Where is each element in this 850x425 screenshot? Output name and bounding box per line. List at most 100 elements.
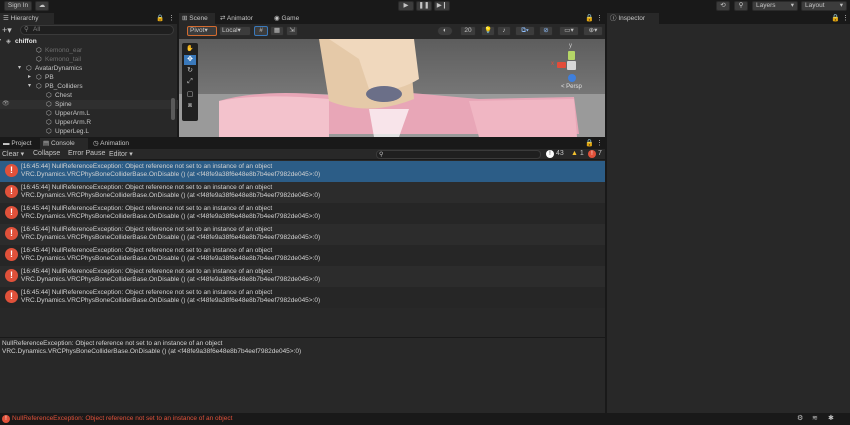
hierarchy-row[interactable]: ▾ ⬡ PB_Colliders	[0, 82, 178, 91]
hierarchy-row[interactable]: ⬡ Spine 👁	[0, 100, 178, 109]
history-icon[interactable]: ⟲	[716, 1, 730, 11]
tab-animation[interactable]: ◷ Animation	[90, 138, 144, 149]
console-search-input[interactable]: ⚲	[376, 150, 541, 159]
collapse-button[interactable]: Collapse	[33, 150, 60, 157]
tab-console[interactable]: ▤ Console	[40, 138, 88, 149]
error-pause-button[interactable]: Error Pause	[68, 150, 105, 157]
hierarchy-row[interactable]: ▸ ⬡ PB	[0, 73, 178, 82]
audio-toggle-icon[interactable]: ♪	[497, 26, 511, 36]
scene-viewport[interactable]: ✋ ✥ ↻ ⤢ ▢ ⧈ y x < Persp	[179, 39, 605, 137]
z-axis-cone[interactable]	[568, 74, 576, 82]
increment-snap-icon[interactable]: ⇲	[286, 26, 298, 36]
hierarchy-scrollbar[interactable]	[171, 98, 175, 120]
lock-icon[interactable]: 🔒	[156, 14, 164, 22]
persp-label[interactable]: < Persp	[561, 84, 582, 90]
move-tool-icon[interactable]: ✥	[184, 55, 196, 65]
play-button[interactable]: ▶	[398, 1, 414, 11]
error-count-toggle[interactable]: ! 7	[588, 150, 602, 158]
hierarchy-row[interactable]: ⬡ UpperArm.L	[0, 109, 178, 118]
console-log-entry[interactable]: ! [16:45:44] NullReferenceException: Obje…	[0, 203, 605, 224]
console-log-entry[interactable]: ! [16:45:44] NullReferenceException: Obje…	[0, 266, 605, 287]
hand-tool-icon[interactable]: ✋	[184, 45, 196, 54]
kebab-menu-icon[interactable]: ⋮	[168, 14, 175, 22]
gizmos-icon[interactable]: ⊕▾	[583, 26, 603, 36]
expand-arrow-icon[interactable]: ▾	[0, 37, 1, 46]
y-axis-cone[interactable]	[568, 51, 575, 60]
clear-button[interactable]: Clear ▾	[2, 150, 24, 158]
log-message: [16:45:44] NullReferenceException: Objec…	[21, 289, 273, 296]
tab-label: Scene	[189, 15, 208, 22]
rect-tool-icon[interactable]: ▢	[184, 90, 196, 100]
hierarchy-row[interactable]: ⬡ Chest	[0, 91, 178, 100]
gameobject-icon: ⬡	[46, 128, 52, 135]
hierarchy-row[interactable]: ⬡ Kemono_ear	[0, 46, 178, 55]
tab-hierarchy[interactable]: ☰ Hierarchy	[0, 13, 54, 24]
layers-dropdown[interactable]: Layers ▾	[752, 1, 798, 11]
console-divider[interactable]	[0, 337, 605, 338]
tab-label: Animator	[226, 15, 253, 22]
console-log-entry[interactable]: ! [16:45:44] NullReferenceException: Obje…	[0, 224, 605, 245]
scene-toolbar: Pivot▾ Local▾ # ▦ ⇲ ◐ 20 💡 ♪ ⧉▾ ⊘ ▭▾ ⊕▾	[179, 24, 605, 39]
console-log-entry[interactable]: ! [16:45:44] NullReferenceException: Obje…	[0, 161, 605, 182]
tab-animator[interactable]: ⇄ Animator	[217, 13, 269, 24]
console-log-entry[interactable]: ! [16:45:44] NullReferenceException: Obje…	[0, 287, 605, 308]
tab-inspector[interactable]: ⓘ Inspector	[607, 13, 659, 24]
visibility-eye-icon[interactable]: 👁	[2, 100, 10, 109]
console-log-entry[interactable]: ! [16:45:44] NullReferenceException: Obje…	[0, 245, 605, 266]
lock-icon[interactable]: 🔒	[585, 14, 594, 22]
gameobject-icon: ⬡	[46, 101, 52, 108]
grid-toggle-icon[interactable]: ▦	[270, 26, 284, 36]
scale-tool-icon[interactable]: ⤢	[184, 78, 196, 88]
gameobject-icon: ⬡	[46, 119, 52, 126]
warning-count-toggle[interactable]: ▲ 1	[571, 150, 584, 157]
rotate-tool-icon[interactable]: ↻	[184, 66, 196, 76]
hidden-objects-icon[interactable]: ⊘	[539, 26, 553, 36]
pause-button[interactable]: ❚❚	[416, 1, 432, 11]
info-count-toggle[interactable]: ! 43	[546, 150, 564, 158]
console-log-entry[interactable]: ! [16:45:44] NullReferenceException: Obje…	[0, 182, 605, 203]
hierarchy-search-input[interactable]: ⚲ All	[20, 25, 174, 35]
camera-settings-icon[interactable]: ▭▾	[559, 26, 579, 36]
kebab-menu-icon[interactable]: ⋮	[842, 14, 849, 22]
stack-icon[interactable]: ≋	[812, 414, 818, 422]
kebab-menu-icon[interactable]: ⋮	[596, 139, 603, 147]
debug-icon[interactable]: ✱	[828, 414, 834, 422]
search-icon[interactable]: ⚲	[734, 1, 748, 11]
add-plus-button[interactable]: +▾	[2, 25, 16, 35]
hierarchy-row[interactable]: ▾ ⬡ AvatarDynamics	[0, 64, 178, 73]
local-dropdown[interactable]: Local▾	[219, 26, 251, 36]
step-button[interactable]: ▶❙	[434, 1, 450, 11]
transform-tool-icon[interactable]: ⧈	[184, 102, 196, 112]
lock-icon[interactable]: 🔒	[585, 139, 594, 147]
x-axis-cone[interactable]	[557, 62, 566, 68]
status-message[interactable]: NullReferenceException: Object reference…	[12, 415, 232, 422]
editor-dropdown[interactable]: Editor ▾	[109, 150, 133, 158]
grid-snap-icon[interactable]: #	[254, 26, 268, 36]
layout-dropdown[interactable]: Layout ▾	[801, 1, 847, 11]
lock-icon[interactable]: 🔒	[831, 14, 840, 22]
tab-game[interactable]: ◉ Game	[271, 13, 311, 24]
gizmo-center-cube[interactable]	[567, 61, 576, 70]
hierarchy-row[interactable]: ⬡ Kemono_tail	[0, 55, 178, 64]
hierarchy-row[interactable]: ▾ ◈ chiffon	[0, 37, 178, 46]
hierarchy-row[interactable]: ⬡ UpperLeg.L	[0, 127, 178, 136]
sign-in-button[interactable]: Sign In	[4, 1, 32, 11]
pivot-dropdown[interactable]: Pivot▾	[187, 26, 217, 36]
expand-arrow-icon[interactable]: ▾	[18, 64, 21, 73]
tab-scene[interactable]: ⊞ Scene	[179, 13, 215, 24]
effects-toggle-icon[interactable]: ⧉▾	[515, 26, 535, 36]
cloud-icon[interactable]: ☁	[35, 1, 49, 11]
expand-arrow-icon[interactable]: ▸	[28, 73, 31, 82]
lighting-toggle-icon[interactable]: 💡	[481, 26, 495, 36]
hierarchy-row[interactable]: ⬡ UpperArm.R	[0, 118, 178, 127]
warning-icon: ▲	[571, 150, 578, 157]
hierarchy-list-icon: ☰	[3, 15, 11, 22]
kebab-menu-icon[interactable]: ⋮	[596, 14, 603, 22]
shading-mode-icon[interactable]: ◐	[437, 26, 453, 36]
detail-stacktrace[interactable]: VRC.Dynamics.VRCPhysBoneColliderBase.OnD…	[2, 348, 301, 356]
expand-arrow-icon[interactable]: ▾	[28, 82, 31, 91]
bug-icon[interactable]: ⚙	[797, 414, 803, 422]
2d-toggle[interactable]: 20	[460, 26, 476, 36]
tab-project[interactable]: ▬ Project	[0, 138, 38, 149]
orientation-gizmo[interactable]: y x < Persp	[541, 43, 597, 93]
